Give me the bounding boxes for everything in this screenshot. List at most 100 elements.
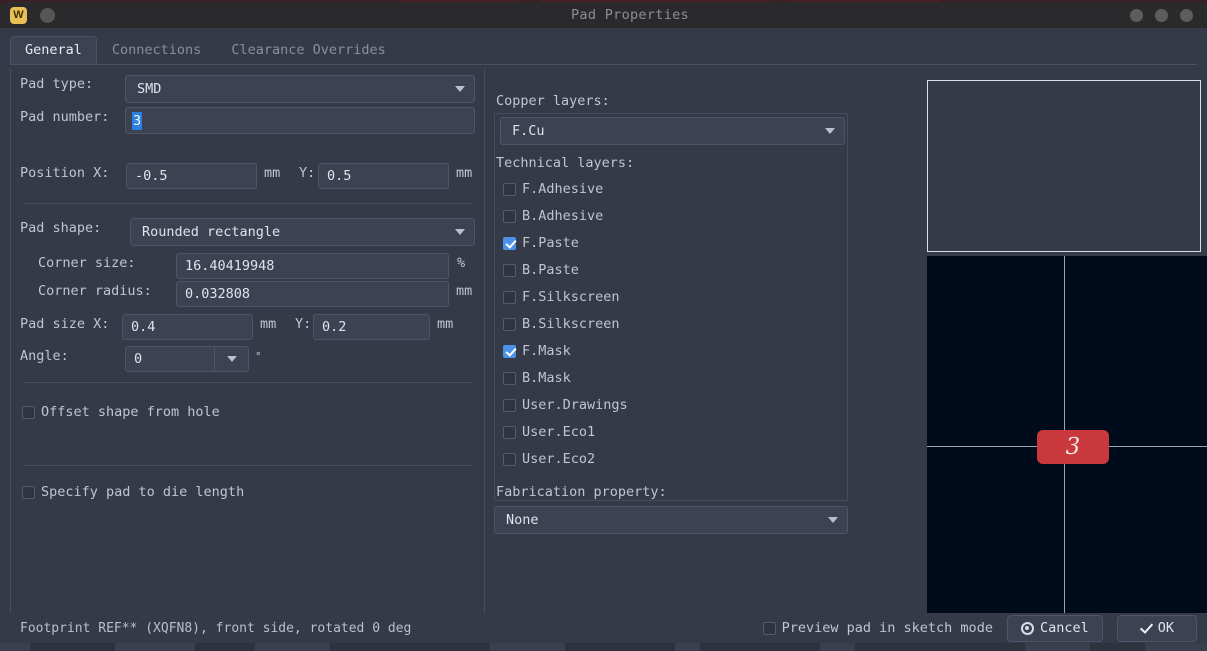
pad-number-input[interactable]: 3 (125, 107, 475, 134)
corner-radius-unit: mm (456, 283, 473, 299)
layer-label-b-mask: B.Mask (522, 370, 571, 386)
layer-row-f-adhesive[interactable]: F.Adhesive (503, 181, 603, 197)
tab-bar: General Connections Clearance Overrides (10, 36, 401, 64)
layer-label-b-paste: B.Paste (522, 262, 579, 278)
layer-label-user-eco2: User.Eco2 (522, 451, 596, 467)
angle-value: 0 (134, 351, 143, 367)
corner-radius-value: 0.032808 (185, 286, 251, 302)
copper-layers-value: F.Cu (512, 123, 545, 139)
pad-size-x-input[interactable]: 0.4 (122, 314, 253, 340)
angle-unit-wrap: ° (255, 350, 262, 363)
layer-checkbox-b-paste[interactable] (503, 263, 516, 277)
check-icon (1140, 622, 1152, 634)
position-x-unit-wrap: mm (264, 165, 280, 181)
layer-row-user-drawings[interactable]: User.Drawings (503, 397, 628, 413)
copper-layers-combo[interactable]: F.Cu (500, 117, 845, 145)
offset-shape-checkbox-row[interactable]: Offset shape from hole (22, 404, 220, 420)
cancel-icon (1020, 621, 1034, 635)
layer-row-b-paste[interactable]: B.Paste (503, 262, 579, 278)
layer-checkbox-user-drawings[interactable] (503, 398, 516, 412)
chevron-down-icon (828, 517, 838, 523)
corner-radius-input[interactable]: 0.032808 (176, 281, 449, 307)
position-x-label: Position X: (20, 165, 110, 181)
minimize-icon[interactable] (1130, 8, 1143, 22)
position-y-value: 0.5 (327, 168, 352, 184)
tab-clearance-overrides[interactable]: Clearance Overrides (216, 36, 400, 64)
angle-label: Angle: (20, 348, 69, 364)
pad-size-x-label: Pad size X: (20, 316, 110, 332)
close-icon[interactable] (1180, 8, 1193, 22)
ok-button[interactable]: OK (1116, 614, 1197, 642)
pad-number-label: Pad number: (20, 109, 110, 125)
cancel-button[interactable]: Cancel (1006, 614, 1103, 642)
copper-layers-label-wrap: Copper layers: (496, 93, 610, 109)
corner-radius-label: Corner radius: (38, 283, 152, 299)
layer-row-b-mask[interactable]: B.Mask (503, 370, 571, 386)
layer-label-b-silkscreen: B.Silkscreen (522, 316, 620, 332)
window-menu-icon[interactable] (40, 7, 55, 23)
desktop-taskbar[interactable] (0, 643, 1207, 651)
die-length-checkbox-row[interactable]: Specify pad to die length (22, 484, 244, 500)
pad-size-y-unit-wrap: mm (437, 316, 453, 332)
layer-checkbox-f-paste[interactable] (503, 236, 516, 250)
footprint-status-text: Footprint REF** (XQFN8), front side, rot… (20, 620, 412, 636)
maximize-icon[interactable] (1155, 8, 1168, 22)
layer-row-f-mask[interactable]: F.Mask (503, 343, 571, 359)
pad-type-row: Pad type: (20, 76, 125, 92)
offset-shape-label: Offset shape from hole (41, 404, 220, 420)
app-icon[interactable]: W (10, 6, 27, 24)
layer-row-b-silkscreen[interactable]: B.Silkscreen (503, 316, 620, 332)
position-y-input[interactable]: 0.5 (318, 163, 449, 189)
layer-checkbox-f-mask[interactable] (503, 344, 516, 358)
angle-dropdown-button[interactable] (215, 346, 249, 372)
position-x-unit: mm (264, 165, 281, 181)
titlebar-left-controls: W (0, 6, 130, 24)
corner-size-row: Corner size: (38, 255, 136, 271)
pad-type-combo[interactable]: SMD (125, 75, 475, 103)
chevron-down-icon (825, 128, 835, 134)
ok-button-label: OK (1157, 620, 1174, 636)
position-y-unit: mm (456, 165, 473, 181)
layer-row-f-paste[interactable]: F.Paste (503, 235, 579, 251)
sketch-mode-checkbox[interactable] (762, 621, 776, 635)
position-x-input[interactable]: -0.5 (126, 163, 257, 189)
window-controls (1130, 8, 1207, 22)
pad-shape-combo[interactable]: Rounded rectangle (130, 218, 475, 246)
layer-row-f-silkscreen[interactable]: F.Silkscreen (503, 289, 620, 305)
pad-size-x-value: 0.4 (131, 319, 156, 335)
layer-row-b-adhesive[interactable]: B.Adhesive (503, 208, 603, 224)
copper-layers-label: Copper layers: (496, 93, 610, 109)
angle-row: Angle: (20, 348, 69, 364)
tab-underline (10, 64, 1197, 65)
layer-checkbox-f-silkscreen[interactable] (503, 290, 516, 304)
layers-panel (494, 113, 848, 501)
chevron-down-icon (226, 356, 237, 362)
tab-general[interactable]: General (10, 36, 97, 64)
die-length-checkbox[interactable] (22, 485, 35, 499)
pad-size-y-input[interactable]: 0.2 (313, 314, 430, 340)
die-length-label: Specify pad to die length (41, 484, 245, 500)
sketch-mode-checkbox-row[interactable]: Preview pad in sketch mode (762, 620, 993, 636)
layer-row-user-eco2[interactable]: User.Eco2 (503, 451, 595, 467)
chevron-down-icon (455, 229, 465, 235)
layer-row-user-eco1[interactable]: User.Eco1 (503, 424, 595, 440)
technical-layers-label-wrap: Technical layers: (496, 155, 634, 171)
divider-offset (24, 465, 472, 466)
pad-preview-canvas[interactable]: 3 (927, 256, 1207, 641)
layer-checkbox-b-mask[interactable] (503, 371, 516, 385)
fabrication-property-combo[interactable]: None (494, 506, 848, 534)
angle-input[interactable]: 0 (125, 346, 215, 372)
corner-size-value: 16.40419948 (185, 258, 275, 274)
layer-checkbox-b-adhesive[interactable] (503, 209, 516, 223)
pad-shape-value: Rounded rectangle (142, 224, 281, 240)
offset-shape-checkbox[interactable] (22, 405, 35, 419)
layer-checkbox-b-silkscreen[interactable] (503, 317, 516, 331)
layer-checkbox-user-eco2[interactable] (503, 452, 516, 466)
layer-checkbox-f-adhesive[interactable] (503, 182, 516, 196)
general-left-panel (10, 68, 485, 620)
sketch-mode-label: Preview pad in sketch mode (781, 620, 993, 636)
layer-label-f-silkscreen: F.Silkscreen (522, 289, 620, 305)
corner-size-input[interactable]: 16.40419948 (176, 253, 449, 279)
tab-connections[interactable]: Connections (97, 36, 216, 64)
layer-checkbox-user-eco1[interactable] (503, 425, 516, 439)
